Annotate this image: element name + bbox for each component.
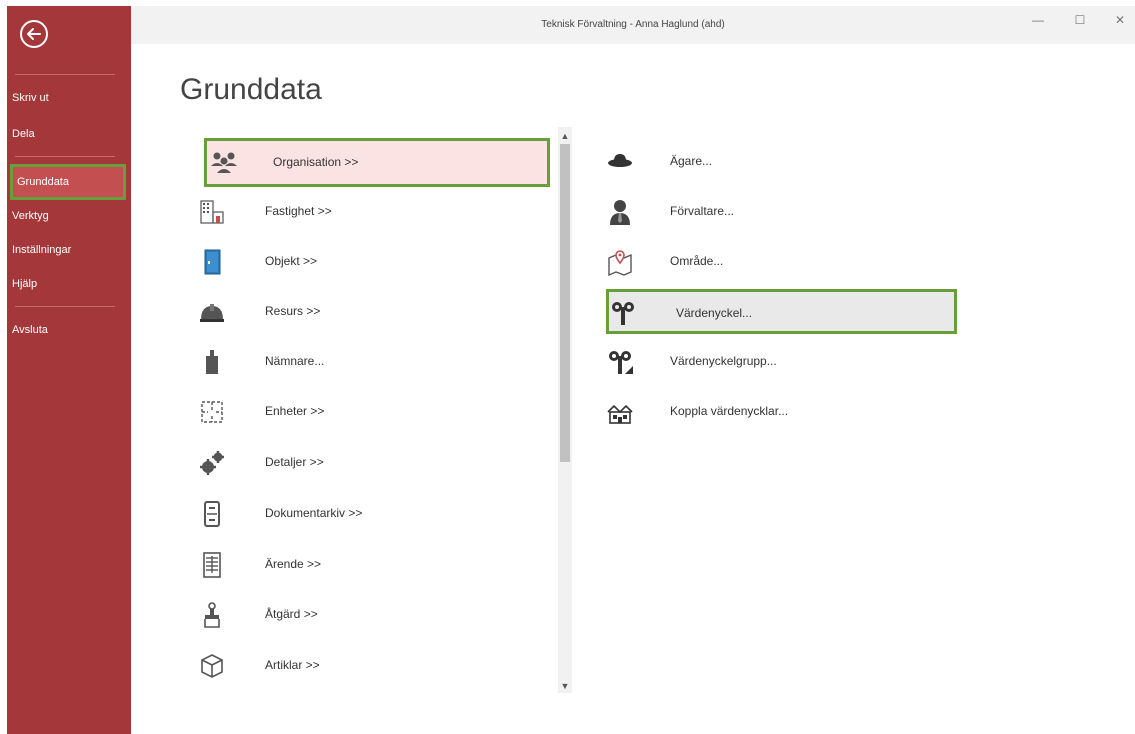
list-item-koppla-vardenycklar[interactable]: Koppla värdenycklar... (598, 388, 948, 436)
list-item-objekt[interactable]: Objekt >> (188, 238, 538, 286)
list-item-vardenyckelgrupp[interactable]: Värdenyckelgrupp... (598, 338, 948, 386)
building-icon (200, 200, 224, 224)
list-item-label: Dokumentarkiv >> (265, 506, 363, 520)
cabinet-icon (204, 501, 220, 527)
list-item-fastighet[interactable]: Fastighet >> (188, 188, 538, 236)
sidebar-divider (15, 306, 115, 307)
key-group-icon (609, 351, 633, 374)
person-icon (610, 200, 630, 225)
list-scrollbar[interactable]: ▲ ▼ (558, 127, 572, 693)
sidebar-item-grunddata[interactable]: Grunddata (10, 164, 126, 200)
list-item-enheter[interactable]: Enheter >> (188, 388, 538, 436)
list-item-resurs[interactable]: Resurs >> (188, 288, 538, 336)
close-button[interactable]: ✕ (1109, 12, 1131, 28)
list-item-agare[interactable]: Ägare... (598, 138, 948, 186)
scroll-up-icon[interactable]: ▲ (558, 129, 572, 143)
minimize-button[interactable]: — (1027, 12, 1049, 28)
list-item-arende[interactable]: Ärende >> (188, 541, 538, 589)
back-button[interactable] (20, 20, 48, 48)
list-item-atgard[interactable]: Åtgärd >> (188, 591, 538, 639)
page-title: Grunddata (180, 73, 322, 106)
sidebar-item-skriv-ut[interactable]: Skriv ut (7, 80, 131, 116)
list-item-label: Koppla värdenycklar... (670, 404, 789, 418)
list-item-label: Ägare... (670, 154, 713, 168)
list-item-label: Resurs >> (265, 304, 321, 318)
list-item-label: Enheter >> (265, 404, 325, 418)
sidebar-item-verktyg[interactable]: Verktyg (7, 198, 131, 234)
maximize-button[interactable]: ☐ (1069, 12, 1091, 28)
back-arrow-icon (27, 28, 41, 40)
weight-icon (206, 350, 218, 374)
window-title: Teknisk Förvaltning - Anna Haglund (ahd) (541, 19, 725, 30)
list-item-omrade[interactable]: Område... (598, 238, 948, 286)
list-item-artiklar[interactable]: Artiklar >> (188, 642, 538, 690)
list-item-detaljer[interactable]: Detaljer >> (188, 439, 538, 487)
key-icon (612, 302, 634, 325)
sidebar-item-dela[interactable]: Dela (7, 116, 131, 152)
list-item-label: Detaljer >> (265, 455, 324, 469)
sidebar-divider (15, 74, 115, 75)
list-item-dokumentarkiv[interactable]: Dokumentarkiv >> (188, 490, 538, 538)
scroll-down-icon[interactable]: ▼ (558, 679, 572, 693)
group-icon (211, 152, 237, 173)
brush-icon (204, 602, 220, 628)
cube-icon (201, 654, 223, 678)
hat-icon (608, 154, 632, 167)
list-item-organisation[interactable]: Organisation >> (204, 138, 550, 187)
sidebar-divider (15, 156, 115, 157)
list-item-label: Område... (670, 254, 724, 268)
list-item-label: Artiklar >> (265, 658, 320, 672)
sidebar-item-avsluta[interactable]: Avsluta (7, 312, 131, 348)
houses-icon (607, 404, 633, 424)
title-bar: Teknisk Förvaltning - Anna Haglund (ahd)… (131, 6, 1135, 44)
map-pin-icon (608, 250, 632, 276)
list-item-label: Ärende >> (265, 557, 322, 571)
list-item-label: Värdenyckel... (676, 306, 753, 320)
sidebar: Skriv ut Dela Grunddata Verktyg Inställn… (7, 6, 131, 734)
form-icon (203, 552, 221, 578)
hardhat-icon (200, 304, 224, 322)
list-item-label: Fastighet >> (265, 204, 332, 218)
list-item-namnare[interactable]: Nämnare... (188, 338, 538, 386)
list-item-label: Organisation >> (273, 155, 359, 169)
scroll-thumb[interactable] (560, 144, 570, 462)
list-item-label: Åtgärd >> (265, 607, 318, 621)
floorplan-icon (201, 401, 223, 423)
list-item-vardenyckel[interactable]: Värdenyckel... (606, 289, 957, 334)
list-item-label: Nämnare... (265, 354, 325, 368)
door-icon (204, 249, 221, 275)
sidebar-item-installningar[interactable]: Inställningar (7, 232, 131, 268)
list-item-label: Förvaltare... (670, 204, 735, 218)
list-item-label: Värdenyckelgrupp... (670, 354, 777, 368)
list-item-label: Objekt >> (265, 254, 318, 268)
gears-icon (200, 451, 224, 475)
sidebar-item-hjalp[interactable]: Hjälp (7, 266, 131, 302)
list-item-forvaltare[interactable]: Förvaltare... (598, 188, 948, 236)
